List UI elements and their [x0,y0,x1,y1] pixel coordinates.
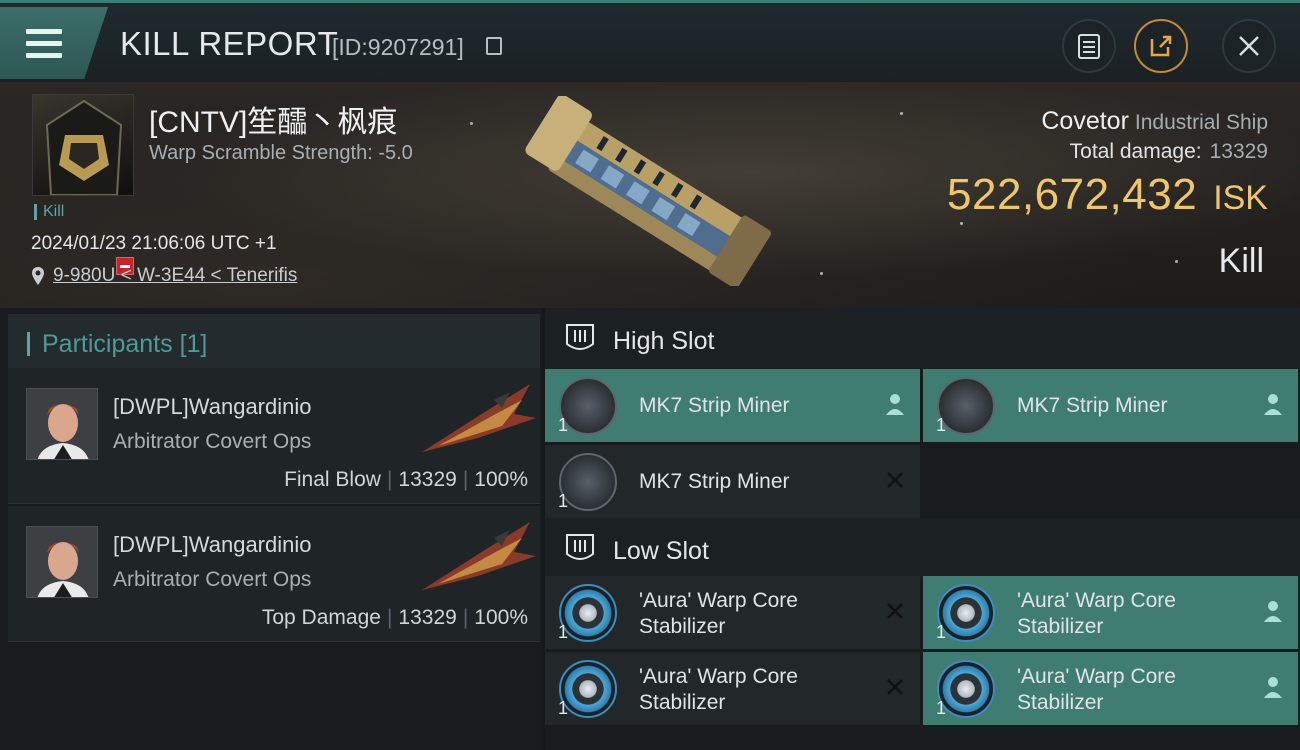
participant-stats: Final Blow | 13329 | 100% [284,468,528,491]
kill-location[interactable]: 9-980U < W-3E44 < Tenerifis [31,265,297,287]
module-item[interactable]: 1 MK7 Strip Miner [923,369,1298,442]
participants-title: Participants [42,330,173,358]
pin-icon [32,267,44,285]
module-quantity: 1 [558,415,569,435]
module-name: MK7 Strip Miner [639,394,790,417]
close-icon [1239,36,1259,56]
ship-type[interactable]: Covetor Industrial Ship [1041,107,1268,136]
x-icon [887,603,903,619]
participants-count: [1] [179,330,208,358]
participant-ship: Arbitrator Covert Ops [113,430,312,453]
high-slot-header: High Slot [545,308,1300,370]
victim-portrait[interactable] [32,94,134,196]
victim-name[interactable]: [CNTV]笙醽丶枫痕 [149,97,397,141]
x-icon [887,472,903,488]
participant-percent: 100% [474,468,528,491]
top-bar: KILL REPORT [ID:9207291] [0,0,1300,82]
module-name: 'Aura' Warp Core Stabilizer [1017,665,1176,714]
low-slot-title: Low Slot [613,537,709,565]
participant-ship: Arbitrator Covert Ops [113,568,312,591]
isk-amount: 522,672,432 [947,170,1198,219]
participant-row[interactable]: [DWPL]Wangardinio Arbitrator Covert Ops … [8,506,540,642]
participant-percent: 100% [474,606,528,629]
participant-ship-image [422,522,536,590]
avatar[interactable] [26,526,98,598]
module-name: MK7 Strip Miner [639,470,790,493]
module-name: 'Aura' Warp Core Stabilizer [1017,589,1176,638]
victim-ship-image [525,96,772,286]
low-slot-header: Low Slot [545,518,1300,580]
hamburger-icon [26,29,62,65]
module-item[interactable]: 1 'Aura' Warp Core Stabilizer [545,652,920,725]
person-icon [1264,601,1282,622]
kill-type-tag: Kill [34,204,64,220]
module-item[interactable]: 1 'Aura' Warp Core Stabilizer [545,576,920,649]
module-quantity: 1 [936,415,947,435]
module-quantity: 1 [558,698,569,718]
module-item[interactable]: 1 MK7 Strip Miner [545,445,920,518]
share-button[interactable] [1134,19,1188,73]
participant-damage: 13329 [398,606,457,629]
slot-shield-icon [566,534,594,560]
fitting-panel: High Slot 1 MK7 Strip Miner 1 MK7 Strip … [545,308,1300,750]
participants-panel: Participants [1] [DWPL]Wangardinio Arbit… [0,308,542,750]
module-quantity: 1 [936,698,947,718]
share-icon [1150,35,1172,57]
ship-name: Covetor [1041,107,1129,135]
warp-scramble-strength: Warp Scramble Strength: -5.0 [149,142,413,164]
report-id: [ID:9207291] [332,34,464,60]
total-damage-value: 13329 [1209,140,1268,163]
page-title: KILL REPORT [120,25,339,62]
isk-value: 522,672,432 ISK [947,170,1268,220]
module-name: MK7 Strip Miner [1017,394,1168,417]
module-quantity: 1 [936,622,947,642]
module-quantity: 1 [558,622,569,642]
avatar[interactable] [26,388,98,460]
module-item[interactable]: 1 MK7 Strip Miner [545,369,920,442]
result-label: Kill [1218,242,1264,280]
x-icon [887,679,903,695]
participant-ship-image [422,384,536,452]
isk-unit: ISK [1213,179,1268,217]
high-slot-title: High Slot [613,327,715,355]
participants-header: Participants [1] [8,314,540,372]
clipboard-icon [1078,34,1100,59]
copy-icon[interactable] [486,37,502,55]
total-damage-label: Total damage: [1069,140,1202,163]
module-name: 'Aura' Warp Core Stabilizer [639,589,798,638]
person-icon [886,394,904,415]
participant-role: Final Blow [284,468,381,491]
participant-role: Top Damage [261,606,381,629]
participant-name[interactable]: [DWPL]Wangardinio [113,394,311,420]
participant-name[interactable]: [DWPL]Wangardinio [113,532,311,558]
module-name: 'Aura' Warp Core Stabilizer [639,665,798,714]
ship-class: Industrial Ship [1134,111,1268,134]
person-icon [1264,394,1282,415]
participant-damage: 13329 [398,468,457,491]
kill-summary: [CNTV]笙醽丶枫痕 Warp Scramble Strength: -5.0… [0,82,1300,308]
module-item[interactable]: 1 'Aura' Warp Core Stabilizer [923,576,1298,649]
menu-button[interactable] [0,7,108,79]
notes-button[interactable] [1062,19,1116,73]
close-button[interactable] [1222,19,1276,73]
participant-row[interactable]: [DWPL]Wangardinio Arbitrator Covert Ops … [8,368,540,504]
participant-stats: Top Damage | 13329 | 100% [261,606,528,629]
slot-shield-icon [566,324,594,350]
total-damage: Total damage: 13329 [1070,140,1268,164]
location-link[interactable]: 9-980U < W-3E44 < Tenerifis [53,265,297,286]
person-icon [1264,677,1282,698]
module-quantity: 1 [558,491,569,511]
module-item[interactable]: 1 'Aura' Warp Core Stabilizer [923,652,1298,725]
kill-datetime: 2024/01/23 21:06:06 UTC +1 [31,233,277,254]
